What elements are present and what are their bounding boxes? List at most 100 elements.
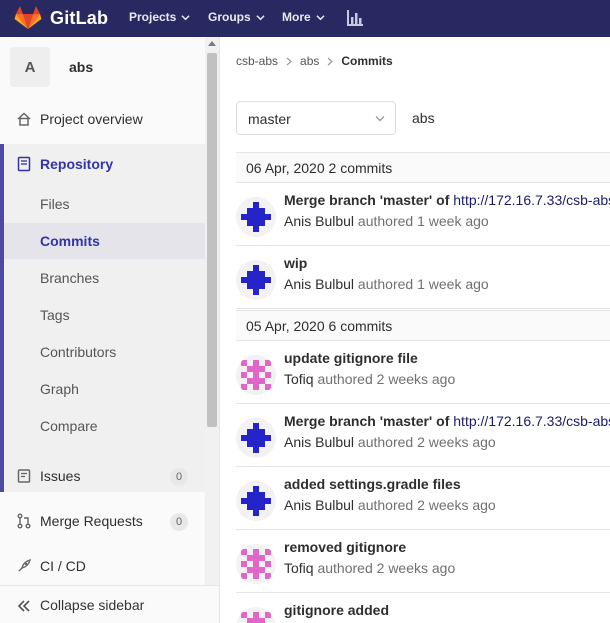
sidebar-item-issues[interactable]: Issues 0 [0, 458, 205, 494]
commit-title[interactable]: removed gitignore [284, 539, 406, 555]
author-avatar[interactable] [236, 260, 276, 300]
brand-name: GitLab [50, 7, 109, 28]
project-name: abs [69, 59, 94, 75]
commit-row: added settings.gradle files Anis Bulbul … [236, 467, 610, 530]
collapse-sidebar-label: Collapse sidebar [40, 597, 145, 613]
commit-author[interactable]: Tofiq [284, 560, 314, 576]
commit-row: wip Anis Bulbul authored 1 week ago [236, 246, 610, 309]
project-header[interactable]: A abs [10, 47, 93, 87]
gitlab-logo[interactable]: GitLab [14, 6, 108, 30]
rocket-icon [18, 559, 31, 572]
commit-authored-label: authored [354, 276, 418, 292]
commit-row: gitignore added [236, 593, 610, 623]
sidebar-subitem-branches[interactable]: Branches [4, 260, 205, 296]
double-chevron-left-icon [17, 600, 30, 612]
sidebar-item-repository[interactable]: Repository [4, 152, 204, 176]
sidebar-item-label: Project overview [40, 111, 143, 127]
book-icon [17, 156, 31, 172]
commit-meta: Anis Bulbul authored 2 weeks ago [284, 497, 496, 513]
commit-author[interactable]: Anis Bulbul [284, 276, 354, 292]
commit-title[interactable]: wip [284, 255, 307, 271]
author-avatar[interactable] [236, 197, 276, 237]
commit-author[interactable]: Anis Bulbul [284, 434, 354, 450]
author-avatar[interactable] [236, 544, 276, 584]
sidebar-item-merge-requests[interactable]: Merge Requests 0 [0, 503, 205, 539]
sidebar-subitem-tags[interactable]: Tags [4, 297, 205, 333]
chevron-down-icon [316, 14, 325, 20]
chevron-down-icon [256, 14, 265, 20]
day-header: 06 Apr, 2020 2 commits [236, 152, 610, 183]
commit-meta: Anis Bulbul authored 1 week ago [284, 213, 489, 229]
nav-groups[interactable]: Groups [208, 10, 265, 24]
commit-title-link[interactable]: http://172.16.7.33/csb-abs [453, 413, 610, 429]
sidebar-subitem-contributors[interactable]: Contributors [4, 334, 205, 370]
commit-title-text: gitignore added [284, 602, 389, 618]
identicon-icon [236, 607, 276, 623]
commit-author[interactable]: Anis Bulbul [284, 213, 354, 229]
commit-title[interactable]: added settings.gradle files [284, 476, 461, 492]
scroll-up-arrow-icon[interactable] [208, 41, 216, 46]
sidebar: A abs Project overview Repository Files … [0, 37, 220, 623]
commit-time: 2 weeks ago [376, 560, 456, 576]
collapse-sidebar-button[interactable]: Collapse sidebar [0, 585, 219, 623]
commit-title[interactable]: gitignore added [284, 602, 389, 618]
commit-meta: Anis Bulbul authored 2 weeks ago [284, 434, 496, 450]
commit-authored-label: authored [313, 371, 377, 387]
merge-request-icon [17, 513, 31, 529]
commit-row: Merge branch 'master' of http://172.16.7… [236, 183, 610, 246]
sidebar-subitem-label: Commits [40, 233, 100, 249]
nav-groups-label: Groups [208, 10, 251, 24]
sidebar-section-repository: Repository Files Commits Branches Tags C… [0, 144, 205, 492]
commit-title-text: removed gitignore [284, 539, 407, 555]
commit-meta: Tofiq authored 2 weeks ago [284, 560, 455, 576]
author-avatar[interactable] [236, 355, 276, 395]
sidebar-subitem-commits[interactable]: Commits [4, 223, 205, 259]
breadcrumb-current[interactable]: Commits [341, 54, 392, 68]
commit-authored-label: authored [354, 213, 418, 229]
breadcrumb-group[interactable]: csb-abs [236, 54, 278, 68]
identicon-icon [236, 481, 276, 521]
sidebar-item-project-overview[interactable]: Project overview [0, 101, 205, 137]
sidebar-subitem-label: Compare [40, 418, 98, 434]
author-avatar[interactable] [236, 607, 276, 623]
sidebar-scrollbar-thumb[interactable] [207, 53, 217, 427]
repository-path[interactable]: abs [412, 110, 435, 126]
sidebar-subitem-label: Graph [40, 381, 79, 397]
sidebar-subitem-files[interactable]: Files [4, 186, 205, 222]
commit-title[interactable]: update gitignore file [284, 350, 418, 366]
nav-projects[interactable]: Projects [129, 10, 190, 24]
activity-chart-icon[interactable] [346, 9, 364, 27]
sidebar-subitem-graph[interactable]: Graph [4, 371, 205, 407]
issues-count-badge: 0 [170, 468, 188, 486]
commit-title[interactable]: Merge branch 'master' of http://172.16.7… [284, 413, 610, 429]
chevron-down-icon [375, 116, 385, 122]
sidebar-subitem-label: Contributors [40, 344, 117, 360]
sidebar-subitem-compare[interactable]: Compare [4, 408, 205, 444]
gitlab-tanuki-icon [14, 6, 42, 29]
commit-title-link[interactable]: http://172.16.7.33/csb-abs [453, 192, 610, 208]
commit-title-text: update gitignore file [284, 350, 418, 366]
breadcrumb: csb-abs abs Commits [236, 54, 393, 68]
commit-author[interactable]: Tofiq [284, 371, 314, 387]
commit-row: Merge branch 'master' of http://172.16.7… [236, 404, 610, 467]
branch-dropdown[interactable]: master [236, 101, 396, 135]
author-avatar[interactable] [236, 481, 276, 521]
identicon-icon [236, 544, 276, 584]
commit-title-text: added settings.gradle files [284, 476, 461, 492]
day-header: 05 Apr, 2020 6 commits [236, 310, 610, 341]
commit-time: 2 weeks ago [417, 497, 496, 513]
commit-row: removed gitignore Tofiq authored 2 weeks… [236, 530, 610, 593]
breadcrumb-project[interactable]: abs [300, 54, 319, 68]
chevron-down-icon [181, 14, 190, 20]
commit-meta: Tofiq authored 2 weeks ago [284, 371, 455, 387]
commit-row: update gitignore file Tofiq authored 2 w… [236, 341, 610, 404]
issues-icon [17, 469, 31, 483]
author-avatar[interactable] [236, 418, 276, 458]
sidebar-item-ci-cd[interactable]: CI / CD [0, 548, 205, 584]
home-icon [17, 112, 31, 126]
sidebar-item-label: Repository [40, 156, 114, 172]
commit-author[interactable]: Anis Bulbul [284, 497, 354, 513]
nav-more-label: More [282, 10, 311, 24]
nav-more[interactable]: More [282, 10, 325, 24]
commit-title[interactable]: Merge branch 'master' of http://172.16.7… [284, 192, 610, 208]
